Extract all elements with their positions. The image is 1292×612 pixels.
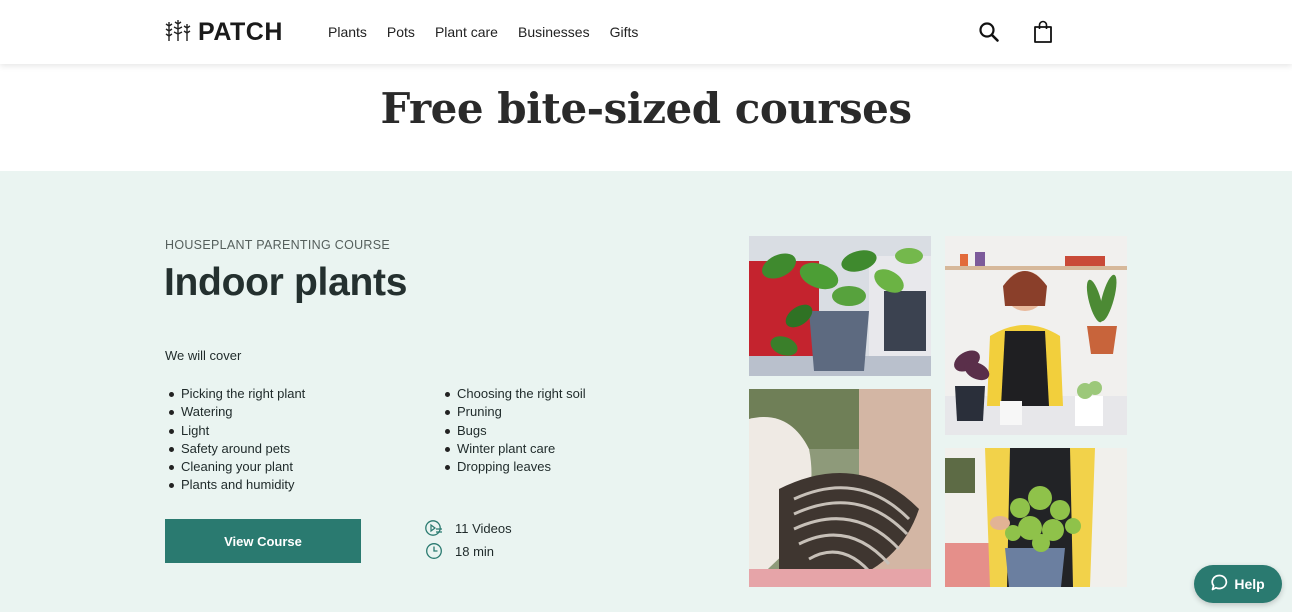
video-list-icon [425, 519, 443, 537]
course-card: HOUSEPLANT PARENTING COURSE Indoor plant… [0, 171, 1292, 612]
course-photo-pothos [749, 236, 931, 376]
list-item: Plants and humidity [165, 476, 305, 494]
help-label: Help [1234, 576, 1265, 592]
help-button[interactable]: Help [1194, 565, 1282, 603]
course-photo-fern [945, 448, 1127, 587]
topics-list-left: Picking the right plant Watering Light S… [165, 385, 305, 495]
list-item: Picking the right plant [165, 385, 305, 403]
shopping-bag-icon[interactable] [1032, 20, 1054, 44]
topics-list-right: Choosing the right soil Pruning Bugs Win… [441, 385, 586, 476]
search-icon[interactable] [978, 21, 1000, 43]
list-item: Safety around pets [165, 440, 305, 458]
list-item: Light [165, 422, 305, 440]
nav-gifts[interactable]: Gifts [610, 24, 639, 40]
nav-businesses[interactable]: Businesses [518, 24, 590, 40]
cover-label: We will cover [165, 348, 242, 363]
clock-icon [425, 542, 443, 560]
list-item: Pruning [441, 403, 586, 421]
list-item: Cleaning your plant [165, 458, 305, 476]
logo[interactable]: PATCH [164, 18, 283, 47]
plant-logo-icon [164, 18, 192, 47]
chat-bubble-icon [1211, 574, 1228, 594]
site-header: PATCH Plants Pots Plant care Businesses … [0, 0, 1292, 64]
nav-plants[interactable]: Plants [328, 24, 367, 40]
main-nav: Plants Pots Plant care Businesses Gifts [328, 24, 638, 40]
list-item: Winter plant care [441, 440, 586, 458]
list-item: Choosing the right soil [441, 385, 586, 403]
videos-label: 11 Videos [455, 520, 512, 536]
videos-count: 11 Videos [425, 519, 512, 537]
course-title: Indoor plants [164, 261, 408, 304]
list-item: Bugs [441, 422, 586, 440]
nav-plant-care[interactable]: Plant care [435, 24, 498, 40]
nav-pots[interactable]: Pots [387, 24, 415, 40]
duration-label: 18 min [455, 543, 495, 559]
course-eyebrow: HOUSEPLANT PARENTING COURSE [165, 238, 391, 252]
page-title: Free bite-sized courses [380, 84, 912, 133]
list-item: Watering [165, 403, 305, 421]
course-duration: 18 min [425, 542, 494, 560]
course-photo-cleaning-leaf [749, 389, 931, 587]
list-item: Dropping leaves [441, 458, 586, 476]
course-photo-instructor [945, 236, 1127, 435]
view-course-button[interactable]: View Course [165, 519, 361, 563]
logo-text: PATCH [198, 18, 283, 46]
